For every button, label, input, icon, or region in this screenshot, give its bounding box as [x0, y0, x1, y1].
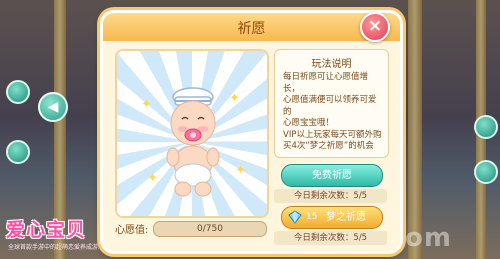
wish-meter: 心愿值: 0/750: [115, 219, 267, 239]
baby-character: [166, 87, 220, 197]
rules-title: 玩法说明: [311, 59, 352, 70]
free-wish-button[interactable]: 免费祈愿: [281, 164, 383, 187]
logo-text: 爱心宝贝: [6, 219, 87, 241]
sparkle-icon: ✦: [235, 163, 246, 178]
rules-line: 每日祈愿可让心愿值增长，: [283, 72, 369, 94]
side-menu-button[interactable]: [6, 140, 30, 164]
sparkle-icon: ✦: [141, 97, 152, 112]
dialog-title: 祈愿: [237, 21, 266, 37]
free-wish-remaining: 今日剩余次数：5/5: [274, 189, 387, 203]
dialog-title-bar: 祈愿: [103, 13, 400, 41]
dream-wish-button[interactable]: 15 梦之祈愿: [281, 206, 383, 229]
rules-line: VIP以上玩家每天可额外购: [283, 129, 382, 140]
dream-wish-label: 梦之祈愿: [326, 212, 366, 223]
wish-meter-track: 0/750: [153, 221, 267, 237]
side-menu-button[interactable]: [6, 80, 30, 104]
logo-subtitle: 全球首款手游中的超萌恋爱养成游戏: [8, 244, 105, 251]
wish-dialog: 祈愿 ✦ ✦ ✦ ✦ 心愿值: 0/750 玩法说明 每日祈愿可让心愿值增长， …: [100, 10, 403, 254]
diamond-icon: [288, 210, 302, 224]
rules-line: 心愿值满便可以领养可爱的: [283, 95, 377, 117]
side-menu-button[interactable]: [474, 160, 498, 184]
rules-text: 每日祈愿可让心愿值增长， 心愿值满便可以领养可爱的 心愿宝宝哦！ VIP以上玩家…: [283, 72, 384, 153]
dream-wish-remaining: 今日剩余次数：5/5: [274, 231, 387, 245]
wish-meter-value: 0/750: [197, 224, 223, 234]
rules-panel: 玩法说明 每日祈愿可让心愿值增长， 心愿值满便可以领养可爱的 心愿宝宝哦！ VI…: [274, 49, 389, 158]
wish-meter-label: 心愿值:: [115, 225, 149, 236]
rules-line: 买4次“梦之祈愿”的机会: [283, 141, 374, 151]
dream-wish-cost: 15: [306, 212, 318, 222]
side-menu-button[interactable]: [474, 115, 498, 139]
back-arrow-icon[interactable]: ◀: [38, 92, 68, 122]
rules-line: 心愿宝宝哦！: [283, 118, 335, 128]
baby-display: ✦ ✦ ✦ ✦: [115, 49, 269, 218]
game-logo: 爱心宝贝 全球首款手游中的超萌恋爱养成游戏: [6, 215, 104, 255]
close-button[interactable]: ×: [360, 12, 390, 42]
